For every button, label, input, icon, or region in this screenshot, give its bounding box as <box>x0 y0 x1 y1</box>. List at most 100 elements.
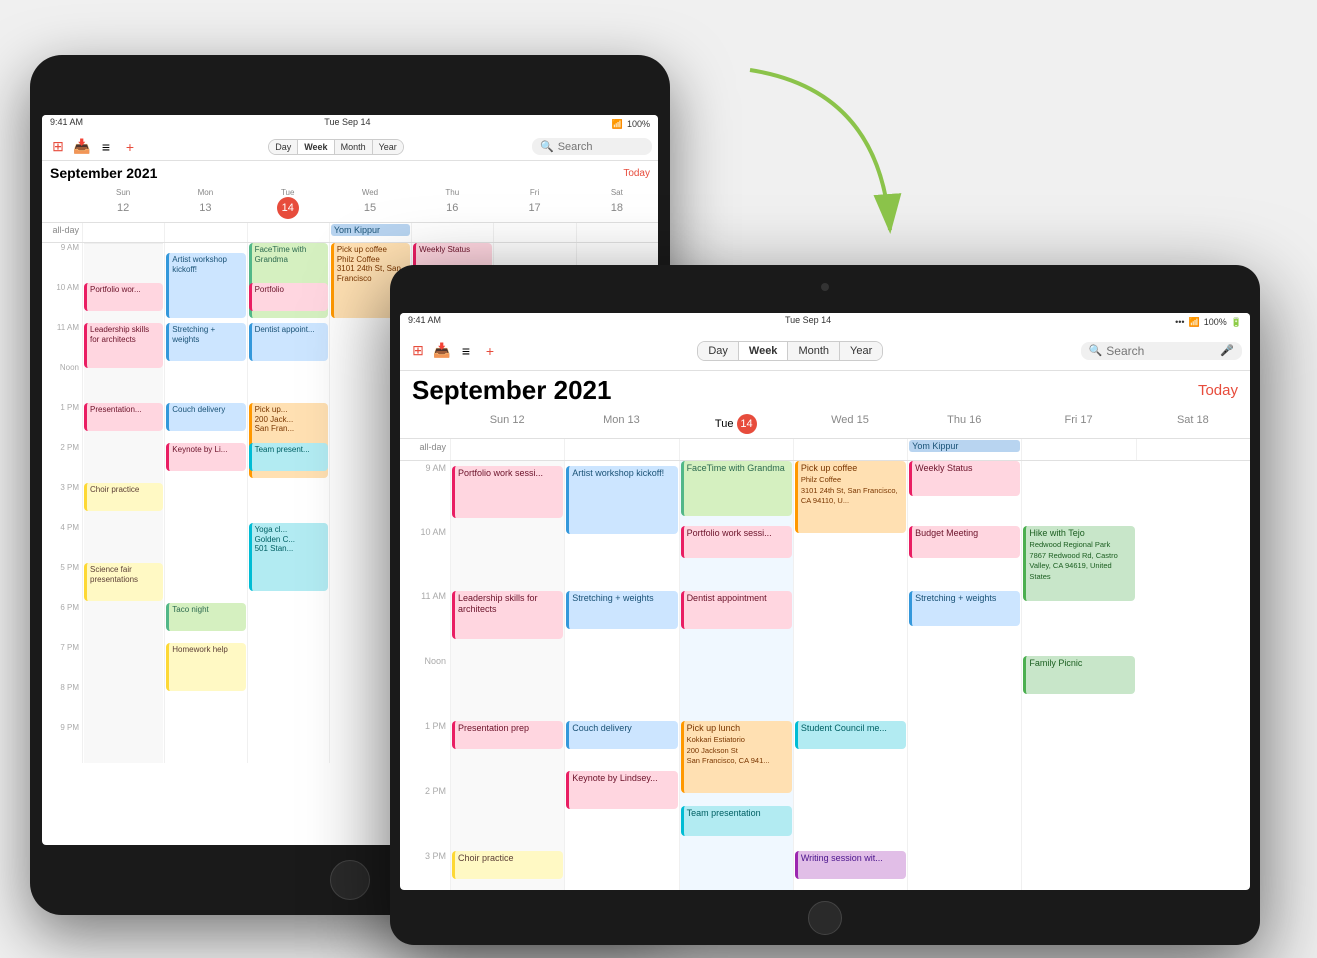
event-homework-small[interactable]: Homework help <box>166 643 245 691</box>
time-small: 9:41 AM <box>50 117 83 131</box>
time-large: 9:41 AM <box>408 315 441 329</box>
inbox-icon[interactable]: 📥 <box>72 137 92 157</box>
event-family-picnic[interactable]: Family Picnic <box>1023 656 1134 694</box>
event-leadership-sun[interactable]: Leadership skills for architects <box>452 591 563 639</box>
event-dentist-large[interactable]: Dentist appointment <box>681 591 792 629</box>
wifi-icon-small: 📶 <box>612 119 623 130</box>
battery-icon: 🔋 <box>1231 317 1242 328</box>
event-stretching-thu[interactable]: Stretching + weights <box>909 591 1020 626</box>
search-input-small[interactable] <box>558 141 638 153</box>
event-keynote-large[interactable]: Keynote by Lindsey... <box>566 771 677 809</box>
event-artist-small[interactable]: Artist workshop kickoff! <box>166 253 245 318</box>
event-team-small[interactable]: Team present... <box>249 443 328 471</box>
yom-kippur-event-small[interactable]: Yom Kippur <box>331 224 410 236</box>
time-labels-col: 9 AM 10 AM 11 AM Noon 1 PM 2 PM 3 PM 4 P… <box>42 243 82 763</box>
event-presentation-sun[interactable]: Presentation prep <box>452 721 563 749</box>
event-portfolio2-small[interactable]: Portfolio <box>249 283 328 311</box>
dots-icon: ••• <box>1175 317 1184 327</box>
event-dentist-small[interactable]: Dentist appoint... <box>249 323 328 361</box>
month-title-large: September 2021 <box>412 375 611 406</box>
event-stretching-mon-large[interactable]: Stretching + weights <box>566 591 677 629</box>
list-icon[interactable]: ≡ <box>96 137 116 157</box>
toolbar-icons-small: ⊞ 📥 ≡ + <box>48 137 140 157</box>
event-hike-tejo[interactable]: Hike with TejoRedwood Regional Park7867 … <box>1023 526 1134 601</box>
event-facetime-large[interactable]: FaceTime with Grandma <box>681 461 792 516</box>
day-label-tue: Tue14 <box>247 185 329 222</box>
day-mon-large: Mon 13 <box>564 410 678 438</box>
home-btn-large[interactable] <box>808 901 842 935</box>
event-weekly-status-large[interactable]: Weekly Status <box>909 461 1020 496</box>
event-leadership-small[interactable]: Leadership skills for architects <box>84 323 163 368</box>
event-science-small[interactable]: Science fair presentations <box>84 563 163 601</box>
search-input-large[interactable] <box>1106 344 1216 358</box>
day-label-mon: Mon13 <box>164 185 246 222</box>
event-couch-large[interactable]: Couch delivery <box>566 721 677 749</box>
day-col-sun-small: Portfolio wor... Leadership skills for a… <box>82 243 164 763</box>
view-buttons-small: Day Week Month Year <box>268 139 404 155</box>
event-portfolio-wor[interactable]: Portfolio wor... <box>84 283 163 311</box>
event-taco-small[interactable]: Taco night <box>166 603 245 631</box>
event-choir-small[interactable]: Choir practice <box>84 483 163 511</box>
time-grid-large: 9 AM 10 AM 11 AM Noon 1 PM 2 PM 3 PM 4 P… <box>400 461 1250 890</box>
day-col-tue-small: FaceTime with Grandma Portfolio Dentist … <box>247 243 329 763</box>
mic-icon[interactable]: 🎤 <box>1220 344 1234 357</box>
ipad-large: 9:41 AM Tue Sep 14 ••• 📶 100% 🔋 ⊞ 📥 ≡ + <box>390 265 1260 945</box>
day-col-thu-large: Weekly Status Budget Meeting Stretching … <box>907 461 1021 890</box>
search-icon-small: 🔍 <box>540 140 554 153</box>
grid-icon[interactable]: ⊞ <box>48 137 68 157</box>
month-header-small: September 2021 Today <box>42 161 658 185</box>
event-portfolio-sun[interactable]: Portfolio work sessi... <box>452 466 563 518</box>
status-bar-small: 9:41 AM Tue Sep 14 📶 100% <box>42 115 658 133</box>
grid-icon-large[interactable]: ⊞ <box>408 341 428 361</box>
calendar-large: 9:41 AM Tue Sep 14 ••• 📶 100% 🔋 ⊞ 📥 ≡ + <box>400 313 1250 890</box>
event-pickup-lunch[interactable]: Pick up lunchKokkari Estiatorio200 Jacks… <box>681 721 792 793</box>
btn-month-small[interactable]: Month <box>335 140 373 154</box>
ipad-large-screen: 9:41 AM Tue Sep 14 ••• 📶 100% 🔋 ⊞ 📥 ≡ + <box>400 313 1250 890</box>
event-artist-large[interactable]: Artist workshop kickoff! <box>566 466 677 534</box>
day-col-wed-large: Pick up coffeePhilz Coffee3101 24th St, … <box>793 461 907 890</box>
arrow-decoration <box>630 50 950 350</box>
month-header-large: September 2021 Today <box>400 371 1250 410</box>
time-labels-large: 9 AM 10 AM 11 AM Noon 1 PM 2 PM 3 PM 4 P… <box>400 461 450 890</box>
date-small: Tue Sep 14 <box>324 117 370 131</box>
yom-kippur-large[interactable]: Yom Kippur <box>909 440 1020 452</box>
event-student-council[interactable]: Student Council me... <box>795 721 906 749</box>
event-keynote-small[interactable]: Keynote by Li... <box>166 443 245 471</box>
add-icon-large[interactable]: + <box>480 341 500 361</box>
event-choir-sun[interactable]: Choir practice <box>452 851 563 879</box>
event-budget-meeting[interactable]: Budget Meeting <box>909 526 1020 558</box>
event-presentation-small[interactable]: Presentation... <box>84 403 163 431</box>
event-writing-session[interactable]: Writing session wit... <box>795 851 906 879</box>
day-col-mon-small: Artist workshop kickoff! Stretching + we… <box>164 243 246 763</box>
day-label-fri: Fri17 <box>493 185 575 222</box>
event-yoga-small[interactable]: Yoga cl...Golden C...501 Stan... <box>249 523 328 591</box>
day-col-fri-large: Hike with TejoRedwood Regional Park7867 … <box>1021 461 1135 890</box>
days-header-small: Sun12 Mon13 Tue14 Wed15 Thu16 Fri17 Sat1… <box>42 185 658 223</box>
today-btn-large[interactable]: Today <box>1198 382 1238 399</box>
event-couch-small[interactable]: Couch delivery <box>166 403 245 431</box>
event-stretching-mon-small[interactable]: Stretching + weights <box>166 323 245 361</box>
home-btn-small[interactable] <box>330 860 370 900</box>
status-right-large: ••• 📶 100% 🔋 <box>1175 315 1242 329</box>
event-portfolio-tue[interactable]: Portfolio work sessi... <box>681 526 792 558</box>
search-icon-large: 🔍 <box>1089 344 1103 357</box>
add-icon[interactable]: + <box>120 137 140 157</box>
inbox-icon-large[interactable]: 📥 <box>432 341 452 361</box>
day-col-sun-large: Portfolio work sessi... Leadership skill… <box>450 461 564 890</box>
day-sat-large: Sat 18 <box>1136 410 1250 438</box>
btn-day-small[interactable]: Day <box>269 140 298 154</box>
event-team-large[interactable]: Team presentation <box>681 806 792 836</box>
day-tue-large: Tue 14 <box>679 410 793 438</box>
day-col-tue-large: FaceTime with Grandma Portfolio work ses… <box>679 461 793 890</box>
btn-week-small[interactable]: Week <box>298 140 334 154</box>
toolbar-small: ⊞ 📥 ≡ + Day Week Month Year 🔍 <box>42 133 658 161</box>
day-fri-large: Fri 17 <box>1021 410 1135 438</box>
event-pickup-coffee-large[interactable]: Pick up coffeePhilz Coffee3101 24th St, … <box>795 461 906 533</box>
day-col-mon-large: Artist workshop kickoff! Stretching + we… <box>564 461 678 890</box>
day-sun-large: Sun 12 <box>450 410 564 438</box>
battery-large: 100% <box>1204 317 1227 327</box>
btn-year-small[interactable]: Year <box>373 140 403 154</box>
day-wed-large: Wed 15 <box>793 410 907 438</box>
search-large[interactable]: 🔍 🎤 <box>1081 342 1242 360</box>
list-icon-large[interactable]: ≡ <box>456 341 476 361</box>
